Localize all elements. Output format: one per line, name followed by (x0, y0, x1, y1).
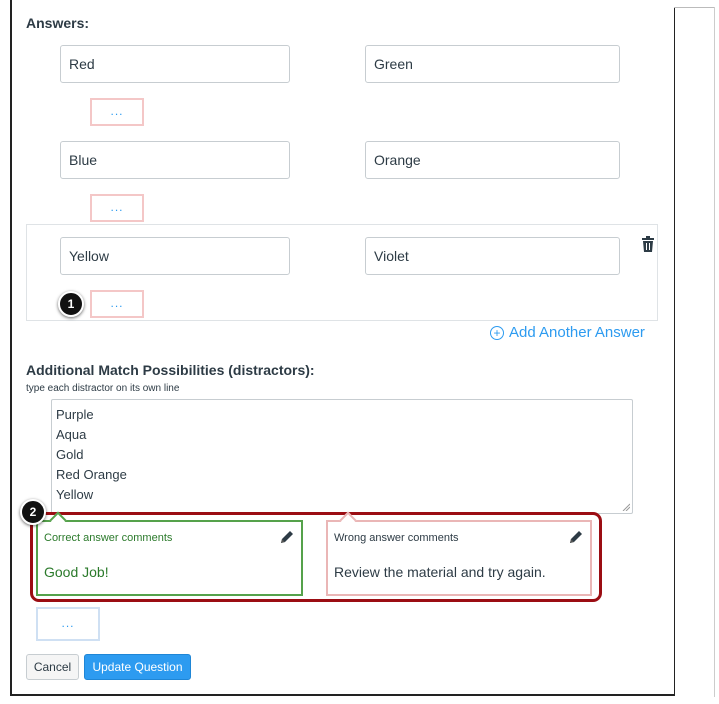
frame-border-bottom (10, 694, 675, 696)
resize-grip-icon[interactable] (622, 503, 630, 511)
frame-border-left (10, 0, 12, 696)
pencil-icon[interactable] (568, 529, 584, 545)
callout-badge-2: 2 (20, 499, 46, 525)
question-editor-frame: Answers: Red Green ... Blue Orange ... Y… (0, 0, 719, 704)
update-question-button[interactable]: Update Question (84, 654, 191, 680)
answer-right-field[interactable]: Violet (365, 237, 620, 275)
distractors-textarea[interactable]: Purple Aqua Gold Red Orange Yellow (51, 399, 633, 514)
distractor-line: Gold (56, 447, 84, 462)
callout-badge-1: 1 (58, 291, 84, 317)
distractors-hint: type each distractor on its own line (26, 383, 180, 394)
distractor-line: Yellow (56, 487, 94, 502)
frame-border-right (674, 8, 675, 696)
answer-comment-button[interactable]: ... (90, 194, 144, 222)
answer-left-field[interactable]: Yellow (60, 237, 290, 275)
frame-border-top (674, 7, 714, 8)
add-another-answer-link[interactable]: + Add Another Answer (490, 324, 645, 341)
answer-left-field[interactable]: Red (60, 45, 290, 83)
wrong-comment-box[interactable]: Wrong answer comments Review the materia… (326, 511, 592, 596)
answers-label: Answers: (26, 15, 90, 31)
frame-border-edge (714, 7, 715, 697)
answer-left-field[interactable]: Blue (60, 141, 290, 179)
distractor-line: Purple (56, 407, 94, 422)
answer-right-field[interactable]: Orange (365, 141, 620, 179)
wrong-comment-header: Wrong answer comments (334, 532, 459, 544)
correct-comment-header: Correct answer comments (44, 532, 173, 544)
answer-comment-button[interactable]: ... (90, 290, 144, 318)
distractor-line: Red Orange (56, 467, 127, 482)
pencil-icon[interactable] (279, 529, 295, 545)
wrong-comment-text: Review the material and try again. (334, 564, 546, 580)
plus-circle-icon: + (490, 325, 504, 340)
distractors-title: Additional Match Possibilities (distract… (26, 362, 315, 378)
correct-comment-box[interactable]: Correct answer comments Good Job! (36, 511, 303, 596)
trash-icon[interactable] (641, 236, 655, 252)
answer-comment-button[interactable]: ... (90, 98, 144, 126)
correct-comment-text: Good Job! (44, 564, 109, 580)
neutral-comment-button[interactable]: ... (36, 607, 100, 641)
distractor-line: Aqua (56, 427, 87, 442)
answer-right-field[interactable]: Green (365, 45, 620, 83)
cancel-button[interactable]: Cancel (26, 654, 79, 680)
add-another-answer-label: Add Another Answer (509, 324, 645, 341)
